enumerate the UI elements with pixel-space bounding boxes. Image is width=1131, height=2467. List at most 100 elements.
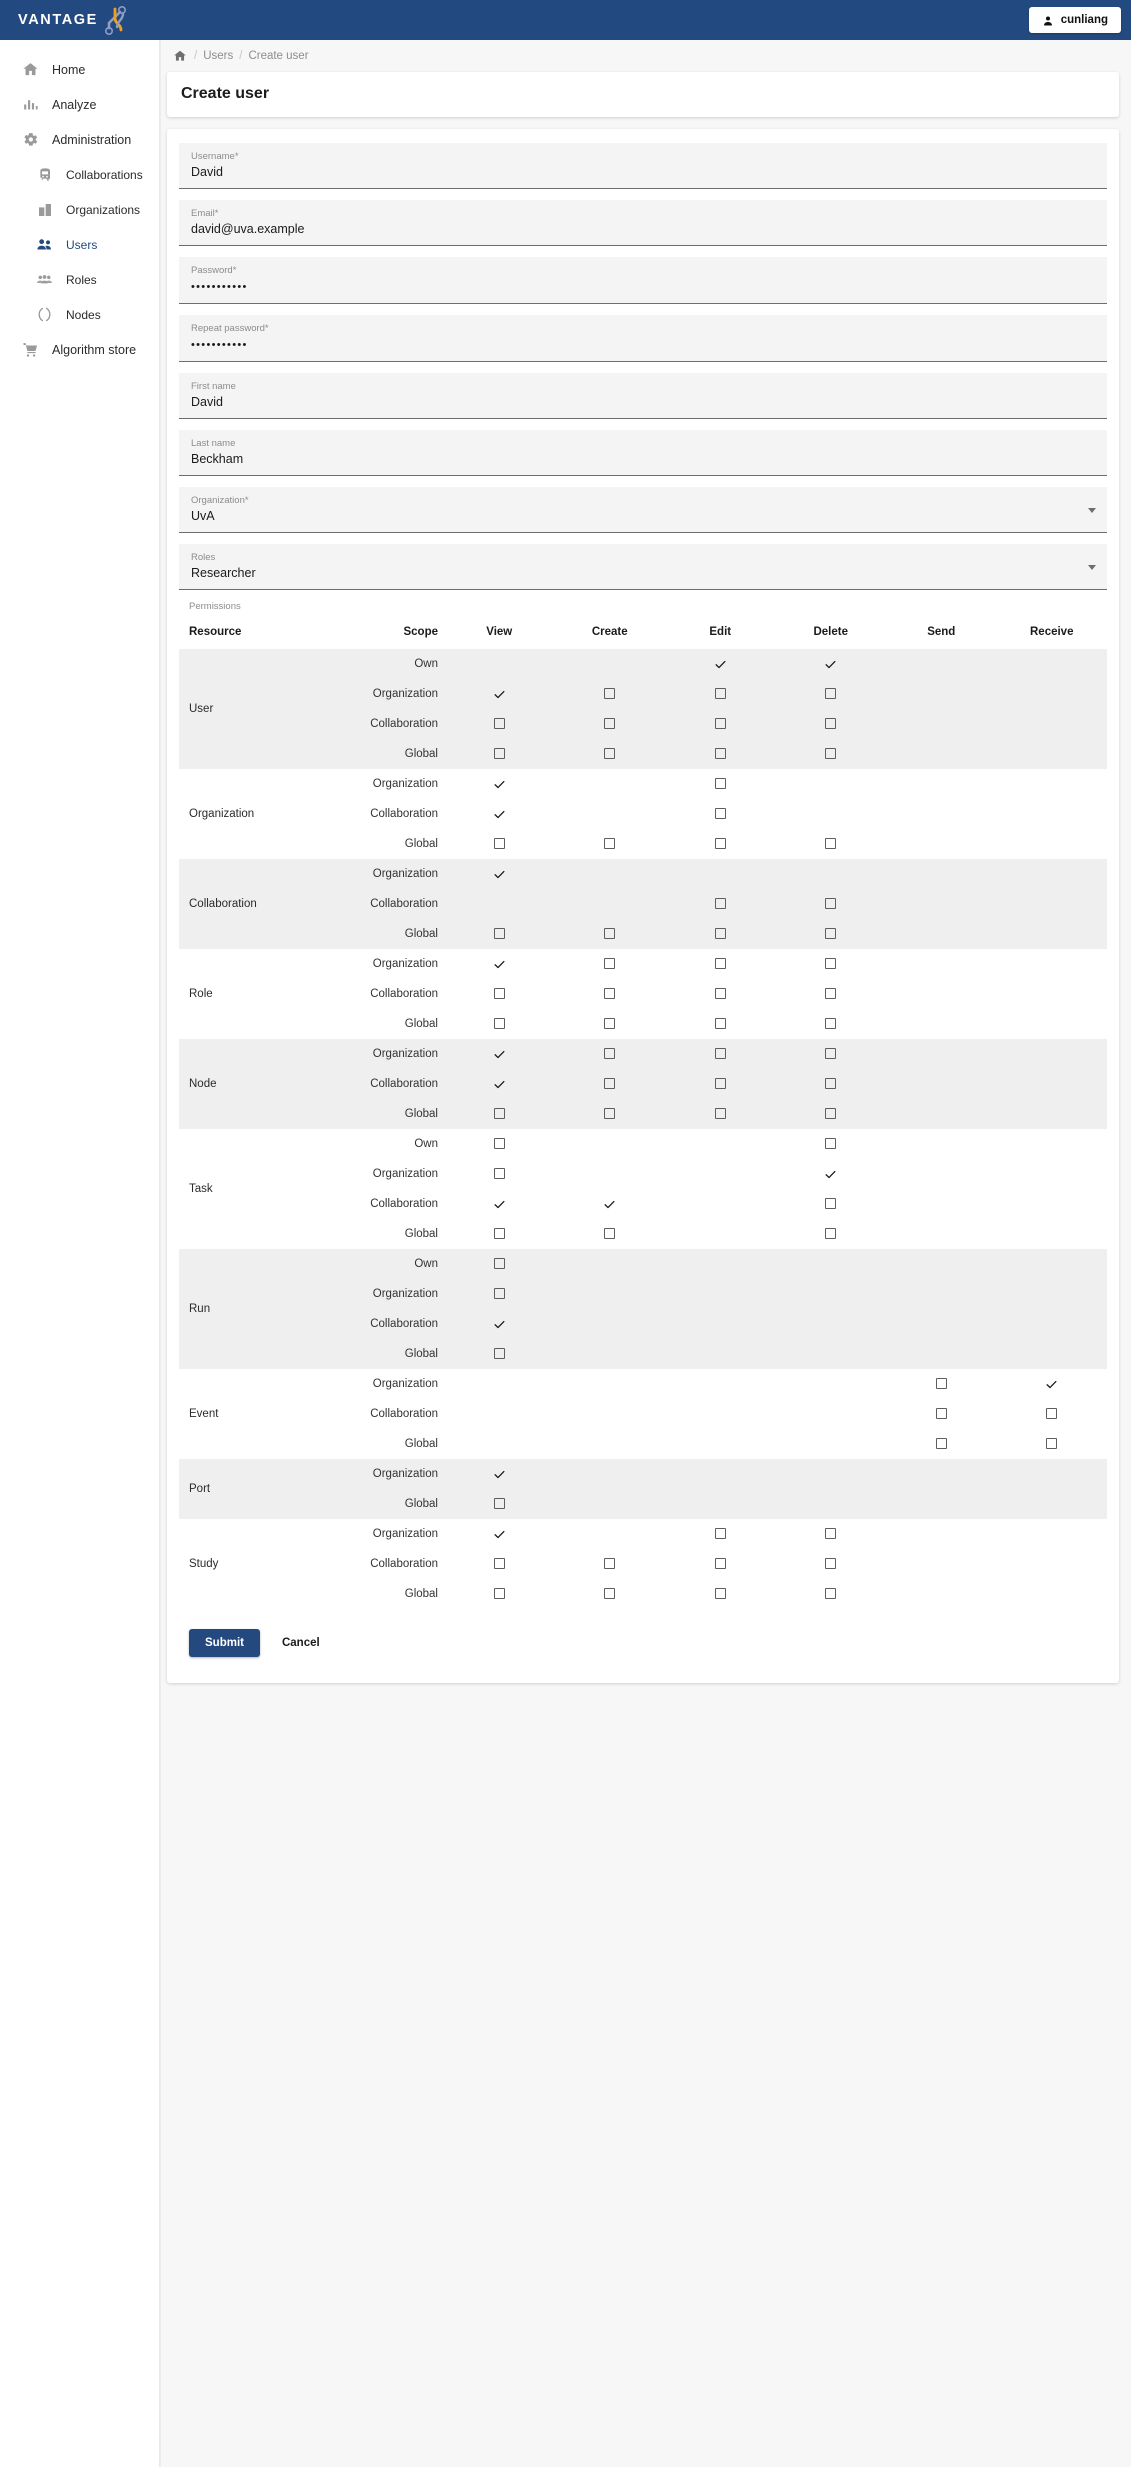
- sidebar-item-analyze[interactable]: Analyze: [0, 87, 159, 122]
- permission-checkbox[interactable]: [714, 748, 726, 760]
- first-name-field[interactable]: First name David: [179, 373, 1107, 419]
- permission-checkbox[interactable]: [825, 1198, 837, 1210]
- permission-checkbox[interactable]: [604, 1588, 616, 1600]
- permission-checkbox[interactable]: [714, 1018, 726, 1030]
- field-value[interactable]: Beckham: [191, 450, 1095, 469]
- permission-cell[interactable]: [776, 1579, 887, 1609]
- permission-checkbox[interactable]: [714, 1108, 726, 1120]
- permission-checkbox[interactable]: [493, 1558, 505, 1570]
- permission-checkbox[interactable]: [825, 1048, 837, 1060]
- permission-checkbox[interactable]: [493, 1228, 505, 1240]
- permission-checkbox[interactable]: [604, 928, 616, 940]
- password-field[interactable]: Password* •••••••••••: [179, 257, 1107, 304]
- permission-cell[interactable]: [665, 1009, 776, 1039]
- permission-cell[interactable]: [776, 1009, 887, 1039]
- permission-cell[interactable]: [444, 1339, 555, 1369]
- permission-cell[interactable]: [775, 1099, 886, 1129]
- roles-field[interactable]: Roles Researcher: [179, 544, 1107, 590]
- permission-checkbox[interactable]: [825, 1588, 837, 1600]
- permission-cell[interactable]: [665, 919, 776, 949]
- permission-cell[interactable]: [776, 949, 887, 979]
- cancel-button[interactable]: Cancel: [276, 1629, 326, 1657]
- sidebar-item-organizations[interactable]: Organizations: [0, 192, 159, 227]
- permission-cell[interactable]: [775, 1039, 886, 1069]
- permission-cell[interactable]: [554, 919, 665, 949]
- permission-checkbox[interactable]: [935, 1408, 947, 1420]
- permission-cell[interactable]: [555, 1009, 666, 1039]
- permission-cell[interactable]: [665, 979, 776, 1009]
- field-value[interactable]: UvA: [191, 507, 1095, 526]
- permission-cell[interactable]: [776, 1549, 887, 1579]
- permission-checkbox[interactable]: [604, 688, 616, 700]
- permission-cell[interactable]: [444, 739, 555, 769]
- permission-cell[interactable]: [776, 1219, 887, 1249]
- permission-checkbox[interactable]: [825, 1228, 837, 1240]
- permission-cell[interactable]: [665, 949, 776, 979]
- permission-checkbox[interactable]: [825, 748, 837, 760]
- permission-checkbox[interactable]: [493, 1018, 505, 1030]
- permission-cell[interactable]: [665, 799, 776, 829]
- permission-checkbox[interactable]: [604, 748, 616, 760]
- brand-logo[interactable]: VANTAGE: [18, 5, 128, 35]
- permission-checkbox[interactable]: [493, 1288, 505, 1300]
- permission-cell[interactable]: [444, 919, 555, 949]
- permission-checkbox[interactable]: [493, 1138, 505, 1150]
- permission-checkbox[interactable]: [825, 958, 837, 970]
- permission-checkbox[interactable]: [825, 1108, 837, 1120]
- username-field[interactable]: Username* David: [179, 143, 1107, 189]
- permission-checkbox[interactable]: [493, 928, 505, 940]
- permission-cell[interactable]: [444, 1219, 555, 1249]
- field-value[interactable]: David: [191, 393, 1095, 412]
- permission-checkbox[interactable]: [825, 1138, 837, 1150]
- permission-cell[interactable]: [555, 1219, 666, 1249]
- permission-cell[interactable]: [665, 1099, 776, 1129]
- permission-cell[interactable]: [444, 1159, 555, 1189]
- sidebar-item-users[interactable]: Users: [0, 227, 159, 262]
- permission-checkbox[interactable]: [493, 1108, 505, 1120]
- field-value[interactable]: Researcher: [191, 564, 1095, 583]
- permission-checkbox[interactable]: [714, 838, 726, 850]
- permission-cell[interactable]: [665, 679, 776, 709]
- permission-checkbox[interactable]: [493, 718, 505, 730]
- permission-cell[interactable]: [665, 739, 776, 769]
- sidebar-item-home[interactable]: Home: [0, 52, 159, 87]
- sidebar-item-nodes[interactable]: Nodes: [0, 297, 159, 332]
- permission-cell[interactable]: [665, 1069, 776, 1099]
- permission-checkbox[interactable]: [714, 1558, 726, 1570]
- permission-checkbox[interactable]: [1046, 1408, 1058, 1420]
- permission-cell[interactable]: [555, 949, 666, 979]
- permission-cell[interactable]: [775, 1069, 886, 1099]
- user-menu-button[interactable]: cunliang: [1028, 7, 1121, 33]
- permission-cell[interactable]: [444, 979, 555, 1009]
- permission-checkbox[interactable]: [714, 988, 726, 1000]
- permission-cell[interactable]: [444, 1579, 555, 1609]
- permission-checkbox[interactable]: [714, 1588, 726, 1600]
- repeat-password-field[interactable]: Repeat password* •••••••••••: [179, 315, 1107, 362]
- permission-cell[interactable]: [444, 1129, 555, 1159]
- permission-checkbox[interactable]: [714, 778, 726, 790]
- permission-checkbox[interactable]: [1046, 1438, 1058, 1450]
- permission-checkbox[interactable]: [714, 718, 726, 730]
- permission-checkbox[interactable]: [714, 1528, 726, 1540]
- field-value[interactable]: •••••••••••: [191, 277, 1095, 297]
- permission-cell[interactable]: [555, 829, 666, 859]
- sidebar-item-algorithm-store[interactable]: Algorithm store: [0, 332, 159, 367]
- permission-cell[interactable]: [555, 1549, 666, 1579]
- permission-checkbox[interactable]: [714, 1078, 726, 1090]
- organization-field[interactable]: Organization* UvA: [179, 487, 1107, 533]
- permission-checkbox[interactable]: [604, 988, 616, 1000]
- permission-checkbox[interactable]: [604, 1558, 616, 1570]
- permission-cell[interactable]: [665, 709, 776, 739]
- permission-checkbox[interactable]: [714, 688, 726, 700]
- permission-checkbox[interactable]: [493, 988, 505, 1000]
- submit-button[interactable]: Submit: [189, 1629, 260, 1657]
- permission-cell[interactable]: [776, 1519, 887, 1549]
- permission-cell[interactable]: [775, 889, 886, 919]
- permission-cell[interactable]: [665, 1549, 776, 1579]
- permission-cell[interactable]: [444, 1249, 555, 1279]
- permission-cell[interactable]: [665, 1579, 776, 1609]
- permission-checkbox[interactable]: [493, 1498, 505, 1510]
- permission-cell[interactable]: [997, 1429, 1108, 1459]
- permission-checkbox[interactable]: [714, 958, 726, 970]
- permission-checkbox[interactable]: [493, 1258, 505, 1270]
